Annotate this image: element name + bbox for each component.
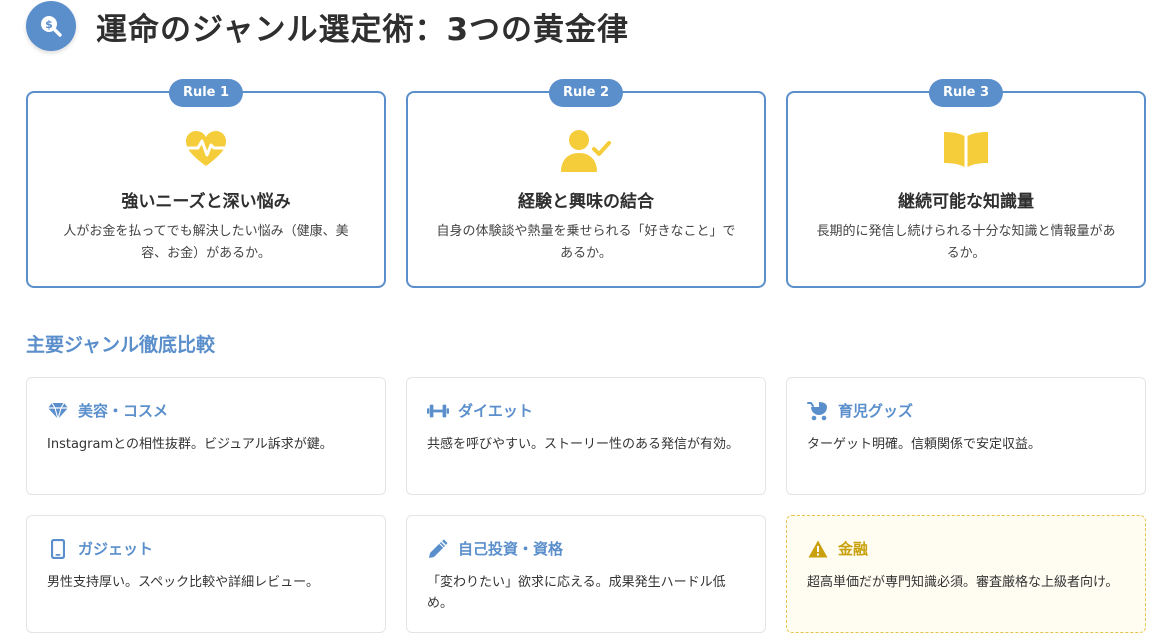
genre-grid: 美容・コスメ Instagramとの相性抜群。ビジュアル訴求が鍵。 ダイエット … bbox=[26, 377, 1146, 633]
genre-card-self-investment: 自己投資・資格 「変わりたい」欲求に応える。成果発生ハードル低め。 bbox=[406, 515, 766, 633]
genre-title: 金融 bbox=[838, 540, 869, 558]
genre-description: Instagramとの相性抜群。ビジュアル訴求が鍵。 bbox=[47, 437, 333, 452]
genre-title: 育児グッズ bbox=[838, 402, 914, 420]
dumbbell-icon bbox=[427, 401, 449, 421]
rule-badge: Rule 2 bbox=[548, 79, 624, 107]
page: $ 運命のジャンル選定術：3つの黄金律 Rule 1 強いニーズと深い悩み 人が… bbox=[0, 0, 1166, 643]
genre-card-finance: 金融 超高単価だが専門知識必須。審査厳格な上級者向け。 bbox=[786, 515, 1146, 633]
rule-title: 経験と興味の結合 bbox=[518, 192, 654, 212]
rule-title: 継続可能な知識量 bbox=[898, 192, 1034, 212]
warning-icon bbox=[807, 539, 829, 559]
rules-row: Rule 1 強いニーズと深い悩み 人がお金を払ってでも解決したい悩み（健康、美… bbox=[26, 79, 1146, 288]
rule-description: 長期的に発信し続けられる十分な知識と情報量があるか。 bbox=[816, 224, 1116, 261]
genre-description: 「変わりたい」欲求に応える。成果発生ハードル低め。 bbox=[427, 575, 726, 611]
page-title: 運命のジャンル選定術：3つの黄金律 bbox=[96, 11, 630, 48]
rule-description: 人がお金を払ってでも解決したい悩み（健康、美容、お金）があるか。 bbox=[63, 224, 349, 261]
gem-icon bbox=[47, 401, 69, 421]
genre-card-childcare: 育児グッズ ターゲット明確。信頼関係で安定収益。 bbox=[786, 377, 1146, 495]
genre-card-gadget: ガジェット 男性支持厚い。スペック比較や詳細レビュー。 bbox=[26, 515, 386, 633]
rule-description: 自身の体験談や熱量を乗せられる「好きなこと」であるか。 bbox=[436, 224, 736, 261]
genre-title: ガジェット bbox=[78, 540, 154, 558]
genre-description: 共感を呼びやすい。ストーリー性のある発信が有効。 bbox=[427, 437, 740, 452]
rule-badge: Rule 3 bbox=[928, 79, 1004, 107]
genre-description: ターゲット明確。信頼関係で安定収益。 bbox=[807, 437, 1042, 452]
rule-card-3: Rule 3 継続可能な知識量 長期的に発信し続けられる十分な知識と情報量がある… bbox=[786, 79, 1146, 288]
genre-card-diet: ダイエット 共感を呼びやすい。ストーリー性のある発信が有効。 bbox=[406, 377, 766, 495]
genre-description: 超高単価だが専門知識必須。審査厳格な上級者向け。 bbox=[807, 575, 1119, 590]
open-book-icon bbox=[944, 132, 988, 167]
svg-text:$: $ bbox=[45, 18, 53, 31]
page-header: $ 運命のジャンル選定術：3つの黄金律 bbox=[26, 0, 629, 52]
dollar-search-icon: $ bbox=[26, 1, 76, 51]
rule-badge: Rule 1 bbox=[168, 79, 244, 107]
rule-title: 強いニーズと深い悩み bbox=[121, 192, 291, 212]
genre-title: 美容・コスメ bbox=[78, 402, 169, 420]
heartbeat-icon bbox=[186, 131, 226, 166]
genre-title: ダイエット bbox=[458, 402, 533, 420]
genre-description: 男性支持厚い。スペック比較や詳細レビュー。 bbox=[47, 575, 319, 590]
section-title: 主要ジャンル徹底比較 bbox=[26, 334, 216, 356]
pencil-icon bbox=[427, 539, 449, 559]
rule-card-1: Rule 1 強いニーズと深い悩み 人がお金を払ってでも解決したい悩み（健康、美… bbox=[26, 79, 386, 288]
genre-title: 自己投資・資格 bbox=[458, 540, 564, 558]
rule-card-2: Rule 2 経験と興味の結合 自身の体験談や熱量を乗せられる「好きなこと」であ… bbox=[406, 79, 766, 288]
baby-carriage-icon bbox=[807, 401, 829, 421]
genre-card-beauty: 美容・コスメ Instagramとの相性抜群。ビジュアル訴求が鍵。 bbox=[26, 377, 386, 495]
user-check-icon bbox=[561, 130, 611, 172]
smartphone-icon bbox=[47, 538, 69, 559]
